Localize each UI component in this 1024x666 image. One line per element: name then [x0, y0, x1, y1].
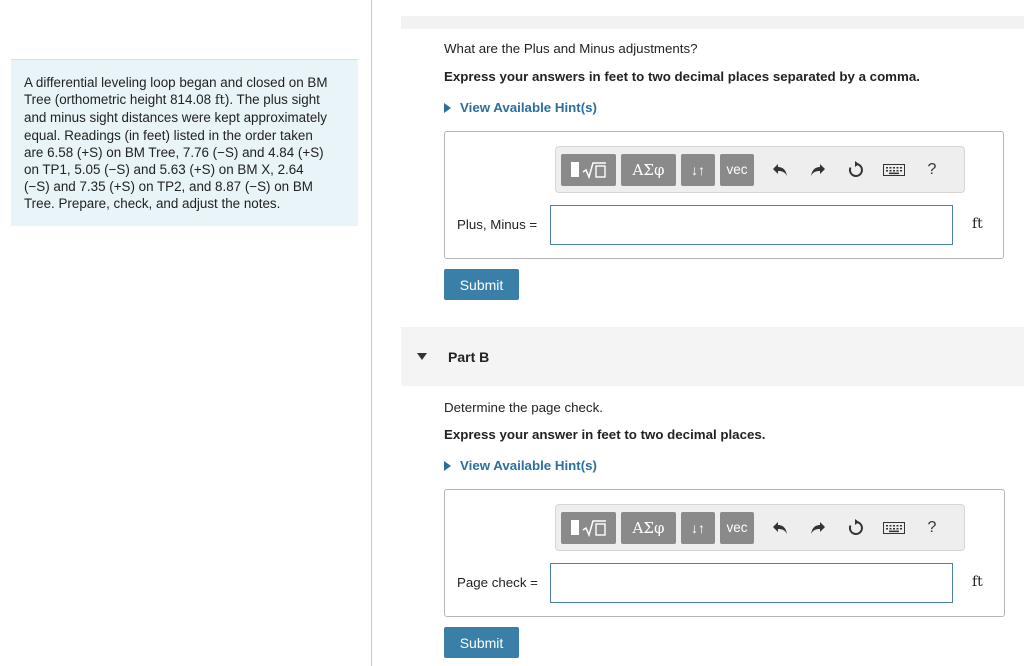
unit-label: ft [972, 216, 983, 232]
part-b-header[interactable]: Part B [401, 327, 1024, 386]
greek-symbols-button[interactable]: ΑΣφ [621, 511, 676, 544]
part-b-instruction: Express your answer in feet to two decim… [444, 427, 766, 442]
problem-line: and minus sight distances were kept appr… [24, 110, 327, 126]
templates-button[interactable] [561, 153, 616, 186]
part-a-header-band [401, 16, 1024, 29]
redo-icon[interactable] [801, 154, 835, 186]
help-icon[interactable]: ? [915, 154, 949, 186]
left-column: A differential leveling loop began and c… [0, 0, 372, 666]
keyboard-icon[interactable] [877, 154, 911, 186]
vector-button[interactable]: vec [720, 511, 754, 544]
hint-label: View Available Hint(s) [460, 100, 597, 115]
problem-line: Tree (orthometric height 814.08 ft). The… [24, 91, 346, 109]
templates-icon [570, 519, 607, 537]
problem-text: ). The plus sight [224, 92, 320, 108]
caret-right-icon [444, 102, 451, 113]
problem-text: Tree (orthometric height 814.08 [24, 92, 212, 108]
answer-label: Plus, Minus = [457, 217, 538, 232]
problem-line: A differential leveling loop began and c… [24, 75, 328, 90]
keyboard-icon[interactable] [877, 512, 911, 544]
part-a-question: What are the Plus and Minus adjustments? [444, 41, 698, 56]
greek-symbols-button[interactable]: ΑΣφ [621, 153, 676, 186]
help-icon[interactable]: ? [915, 512, 949, 544]
problem-statement: A differential leveling loop began and c… [11, 59, 358, 226]
part-a-hint-link[interactable]: View Available Hint(s) [444, 100, 597, 115]
unit-text: ft [214, 93, 225, 109]
math-toolbar: ΑΣφ ↓↑ vec ? [555, 146, 965, 193]
reset-icon[interactable] [839, 512, 873, 544]
arrows-button[interactable]: ↓↑ [681, 153, 715, 186]
problem-line: on TP1, 5.05 (−S) and 5.63 (+S) on BM X,… [24, 162, 304, 178]
vector-button[interactable]: vec [720, 153, 754, 186]
caret-down-icon [417, 353, 427, 360]
caret-right-icon [444, 460, 451, 471]
part-b-answer-box: ΑΣφ ↓↑ vec ? Page check = ft [444, 489, 1005, 617]
undo-icon[interactable] [763, 512, 797, 544]
part-b-question: Determine the page check. [444, 400, 603, 415]
redo-icon[interactable] [801, 512, 835, 544]
part-b-submit-button[interactable]: Submit [444, 627, 519, 658]
problem-line: are 6.58 (+S) on BM Tree, 7.76 (−S) and … [24, 144, 324, 160]
undo-icon[interactable] [763, 154, 797, 186]
templates-icon [570, 161, 607, 179]
part-a-submit-button[interactable]: Submit [444, 269, 519, 300]
answer-label: Page check = [457, 575, 538, 590]
part-b-hint-link[interactable]: View Available Hint(s) [444, 458, 597, 473]
problem-line: equal. Readings (in feet) listed in the … [24, 127, 313, 143]
page-check-input[interactable] [550, 563, 953, 603]
arrows-button[interactable]: ↓↑ [681, 511, 715, 544]
part-a-answer-box: ΑΣφ ↓↑ vec ? Plus, Minus = ft [444, 131, 1004, 259]
problem-line: (−S) and 7.35 (+S) on TP2, and 8.87 (−S)… [24, 179, 313, 195]
plus-minus-input[interactable] [550, 205, 953, 245]
part-b-title: Part B [448, 348, 490, 365]
part-a-instruction: Express your answers in feet to two deci… [444, 69, 920, 84]
templates-button[interactable] [561, 511, 616, 544]
right-column: What are the Plus and Minus adjustments?… [373, 0, 1024, 666]
problem-line: Tree. Prepare, check, and adjust the not… [24, 196, 281, 212]
hint-label: View Available Hint(s) [460, 458, 597, 473]
reset-icon[interactable] [839, 154, 873, 186]
math-toolbar: ΑΣφ ↓↑ vec ? [555, 504, 965, 551]
unit-label: ft [972, 574, 983, 590]
